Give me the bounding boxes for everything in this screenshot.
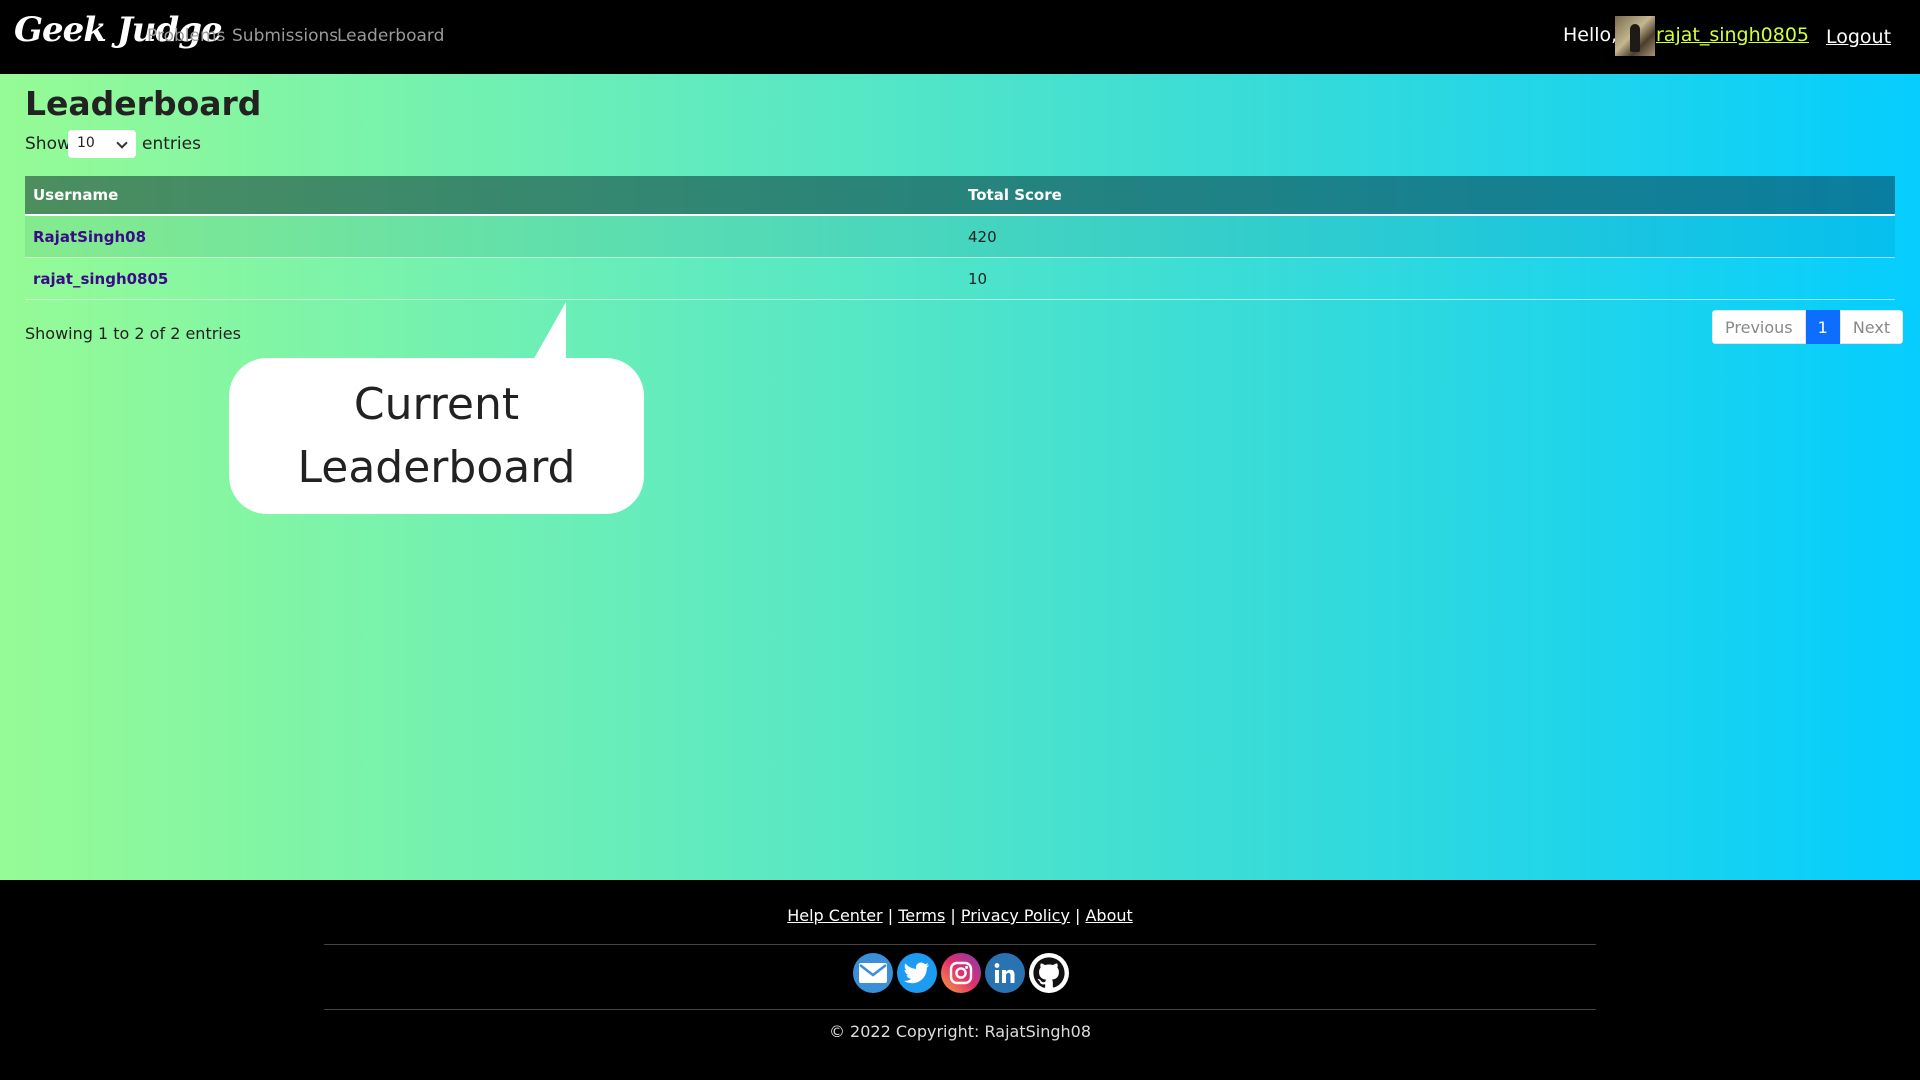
avatar-figure	[1630, 24, 1640, 52]
username-cell[interactable]: rajat_singh0805	[33, 270, 168, 288]
page-title: Leaderboard	[25, 84, 262, 123]
greeting: Hello,	[1563, 24, 1618, 46]
footer-links: Help Center | Terms | Privacy Policy | A…	[787, 906, 1133, 925]
table-row: rajat_singh0805 10	[25, 258, 1895, 300]
twitter-icon[interactable]	[897, 953, 937, 993]
show-label: Show	[25, 134, 71, 154]
callout-line-1: Current	[353, 379, 520, 430]
leaderboard-table: Username Total Score RajatSingh08 420 ra…	[25, 176, 1895, 300]
pagination-page-1[interactable]: 1	[1805, 310, 1840, 344]
nav-link-submissions[interactable]: Submissions	[232, 26, 338, 46]
table-row: RajatSingh08 420	[25, 216, 1895, 258]
nav-link-leaderboard[interactable]: Leaderboard	[337, 26, 444, 46]
footer-link-terms[interactable]: Terms	[898, 906, 945, 925]
entries-select-value: 10	[77, 135, 95, 151]
score-cell: 420	[968, 228, 997, 246]
column-header-score[interactable]: Total Score	[968, 186, 1062, 204]
table-info: Showing 1 to 2 of 2 entries	[25, 324, 241, 343]
profile-link[interactable]: rajat_singh0805	[1656, 24, 1809, 46]
username-cell[interactable]: RajatSingh08	[33, 228, 146, 246]
avatar[interactable]	[1615, 16, 1655, 56]
instagram-icon[interactable]	[941, 953, 981, 993]
email-icon[interactable]	[853, 953, 893, 993]
callout-tail	[532, 302, 566, 362]
logout-link[interactable]: Logout	[1826, 26, 1891, 48]
entries-select[interactable]: 10	[68, 130, 136, 158]
pagination: Previous 1 Next	[1712, 310, 1904, 344]
column-header-username[interactable]: Username	[33, 186, 118, 204]
pagination-next[interactable]: Next	[1839, 310, 1904, 344]
footer-link-privacy-policy[interactable]: Privacy Policy	[961, 906, 1070, 925]
copyright: © 2022 Copyright: RajatSingh08	[828, 1022, 1092, 1041]
pagination-previous[interactable]: Previous	[1712, 310, 1806, 344]
footer-divider	[324, 944, 1596, 945]
navbar: Geek Judge Problems Submissions Leaderbo…	[0, 0, 1920, 74]
entries-label: entries	[142, 134, 201, 154]
footer: Help Center | Terms | Privacy Policy | A…	[0, 880, 1920, 1080]
social-links	[853, 953, 1069, 993]
footer-link-help-center[interactable]: Help Center	[787, 906, 882, 925]
nav-link-problems[interactable]: Problems	[147, 26, 225, 46]
linkedin-icon[interactable]	[985, 953, 1025, 993]
chevron-down-icon	[116, 137, 128, 149]
score-cell: 10	[968, 270, 988, 288]
footer-divider	[324, 1009, 1596, 1010]
callout-bubble: Current Leaderboard	[229, 358, 644, 514]
github-icon[interactable]	[1029, 953, 1069, 993]
table-header: Username Total Score	[25, 176, 1895, 216]
footer-link-about[interactable]: About	[1085, 906, 1132, 925]
callout-line-2: Leaderboard	[297, 442, 576, 493]
